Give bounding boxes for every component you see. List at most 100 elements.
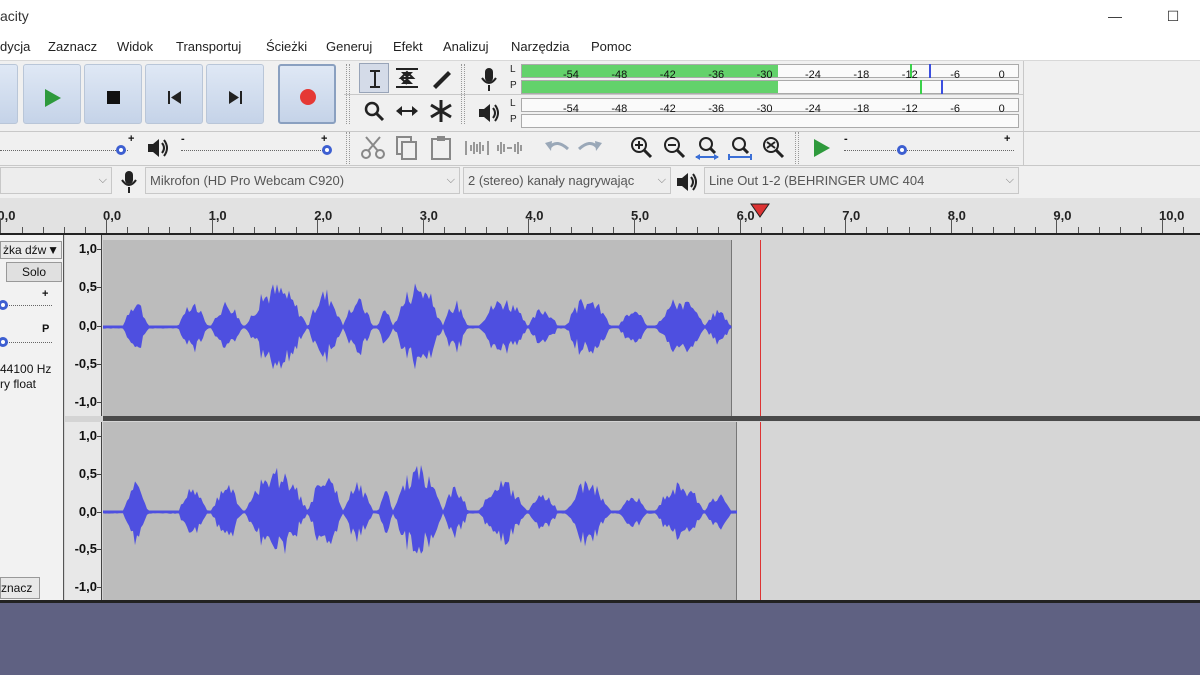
recording-channels-select[interactable]: 2 (stereo) kanały nagrywając ⌵	[463, 167, 671, 194]
vertical-ruler-tick	[97, 473, 101, 475]
timeline-minor-tick	[338, 227, 340, 233]
vertical-ruler-top[interactable]: 1,0 0,5 0,0 -0,5 -1,0	[65, 235, 102, 416]
menu-generate[interactable]: Generuj	[326, 39, 372, 54]
maximize-button[interactable]: ☐	[1158, 4, 1188, 28]
vertical-ruler-tick	[97, 363, 101, 365]
track-bottom-border	[0, 600, 1200, 603]
play-meter-right[interactable]	[521, 114, 1019, 128]
meter-tick-label: -36	[708, 69, 725, 81]
pause-button[interactable]	[0, 64, 18, 124]
track-menu-arrow-icon: ▼	[47, 243, 59, 257]
timeline-minor-tick	[169, 227, 171, 233]
fit-project-button[interactable]	[725, 133, 755, 163]
menu-transport[interactable]: Transportuj	[176, 39, 241, 54]
right-channel[interactable]	[103, 422, 1200, 601]
vertical-ruler-label: 1,0	[78, 428, 97, 443]
record-button[interactable]	[278, 64, 336, 124]
vertical-ruler-tick	[97, 436, 101, 437]
timeline-minor-tick	[190, 227, 192, 233]
record-meter-right[interactable]	[521, 80, 1019, 94]
timeline-ruler[interactable]: 0,0 0,0 1,0 2,0 3,0 4,0 5,0 6,0 7,0 8,0 9,0 10,0	[0, 198, 1200, 235]
play-speed-slider[interactable]	[844, 150, 1014, 151]
menu-tools[interactable]: Narzędzia	[511, 39, 570, 54]
fit-selection-icon	[695, 137, 719, 160]
timeline-minor-tick	[1119, 227, 1121, 233]
chevron-down-icon: ⌵	[657, 174, 666, 186]
skip-to-end-button[interactable]	[206, 64, 264, 124]
cut-button[interactable]	[358, 133, 388, 163]
record-volume-thumb[interactable]	[116, 145, 126, 155]
play-volume-slider[interactable]	[181, 150, 329, 151]
selection-tool-button[interactable]	[359, 63, 389, 93]
play-at-speed-button[interactable]	[806, 133, 836, 163]
playback-device-select[interactable]: Line Out 1-2 (BEHRINGER UMC 404 ⌵	[704, 167, 1019, 194]
multi-tool-button[interactable]	[426, 96, 456, 126]
timeline-minor-tick	[570, 227, 572, 233]
trim-button[interactable]	[462, 133, 492, 163]
redo-button[interactable]	[575, 133, 605, 163]
menu-select[interactable]: Zaznacz	[48, 39, 97, 54]
zoom-in-button[interactable]	[626, 133, 656, 163]
play-position-marker-icon[interactable]	[750, 203, 770, 219]
play-button[interactable]	[23, 64, 81, 124]
zoom-toggle-button[interactable]	[758, 133, 788, 163]
zoom-in-icon	[631, 137, 653, 159]
gain-thumb[interactable]	[0, 300, 8, 310]
vertical-ruler-tick	[97, 287, 101, 289]
left-channel[interactable]	[103, 240, 1200, 416]
track-name-button[interactable]: żka dźw ▼	[0, 241, 62, 259]
vertical-ruler-tick	[97, 325, 101, 327]
solo-button[interactable]: Solo	[6, 262, 62, 282]
menu-effect[interactable]: Efekt	[393, 39, 423, 54]
timeline-minor-tick	[465, 227, 467, 233]
timeline-minor-tick	[401, 227, 403, 233]
zoom-out-button[interactable]	[659, 133, 689, 163]
record-volume-slider[interactable]	[0, 150, 128, 151]
undo-button[interactable]	[542, 133, 572, 163]
microphone-icon	[481, 68, 497, 91]
stop-button[interactable]	[84, 64, 142, 124]
skip-to-start-button[interactable]	[145, 64, 203, 124]
minimize-button[interactable]: —	[1100, 4, 1130, 28]
paste-button[interactable]	[426, 133, 456, 163]
draw-tool-button[interactable]	[426, 63, 456, 93]
vertical-ruler-label: -0,5	[74, 355, 97, 371]
vertical-ruler-tick	[97, 587, 101, 588]
copy-button[interactable]	[392, 133, 422, 163]
audio-host-select[interactable]: ⌵	[0, 167, 112, 194]
menu-help[interactable]: Pomoc	[591, 39, 631, 54]
toolbar-grip[interactable]	[346, 132, 350, 164]
vertical-ruler-label: 0,0	[78, 317, 97, 333]
meter-tick-label: -24	[805, 103, 821, 115]
menu-edit[interactable]: dycja	[0, 39, 30, 54]
timeline-minor-tick	[42, 227, 44, 233]
vertical-ruler-bottom[interactable]: 1,0 0,5 0,0 -0,5 -1,0	[65, 422, 102, 601]
time-shift-tool-button[interactable]	[392, 96, 422, 126]
play-speed-thumb[interactable]	[896, 145, 907, 155]
playhead	[760, 422, 761, 601]
record-meter-left-fill	[522, 65, 778, 77]
pan-thumb[interactable]	[0, 337, 8, 347]
redo-icon	[577, 141, 602, 151]
meter-tick-label: -42	[659, 103, 676, 115]
menu-view[interactable]: Widok	[117, 39, 153, 54]
menu-analyze[interactable]: Analizuj	[443, 39, 489, 54]
recording-device-select[interactable]: Mikrofon (HD Pro Webcam C920) ⌵	[145, 167, 460, 194]
timeline-minor-tick	[781, 227, 783, 233]
timeline-minor-tick	[549, 227, 551, 233]
chevron-down-icon: ⌵	[1005, 174, 1014, 186]
zoom-toggle-icon	[763, 137, 785, 159]
meter-tick-label: -48	[611, 103, 628, 115]
toolbar-grip[interactable]	[795, 132, 799, 164]
vertical-ruler-label: 0,5	[78, 465, 97, 481]
play-volume-thumb[interactable]	[322, 145, 332, 155]
select-track-button[interactable]: znacz	[0, 577, 40, 599]
timeline-tick	[1162, 219, 1163, 233]
silence-button[interactable]	[494, 133, 524, 163]
recording-channels-value: 2 (stereo) kanały nagrywając	[468, 173, 635, 188]
zoom-tool-button[interactable]	[359, 96, 389, 126]
timeline-minor-tick	[274, 227, 276, 233]
envelope-tool-button[interactable]	[392, 63, 422, 93]
menu-tracks[interactable]: Ścieżki	[266, 39, 307, 54]
fit-selection-button[interactable]	[692, 133, 722, 163]
